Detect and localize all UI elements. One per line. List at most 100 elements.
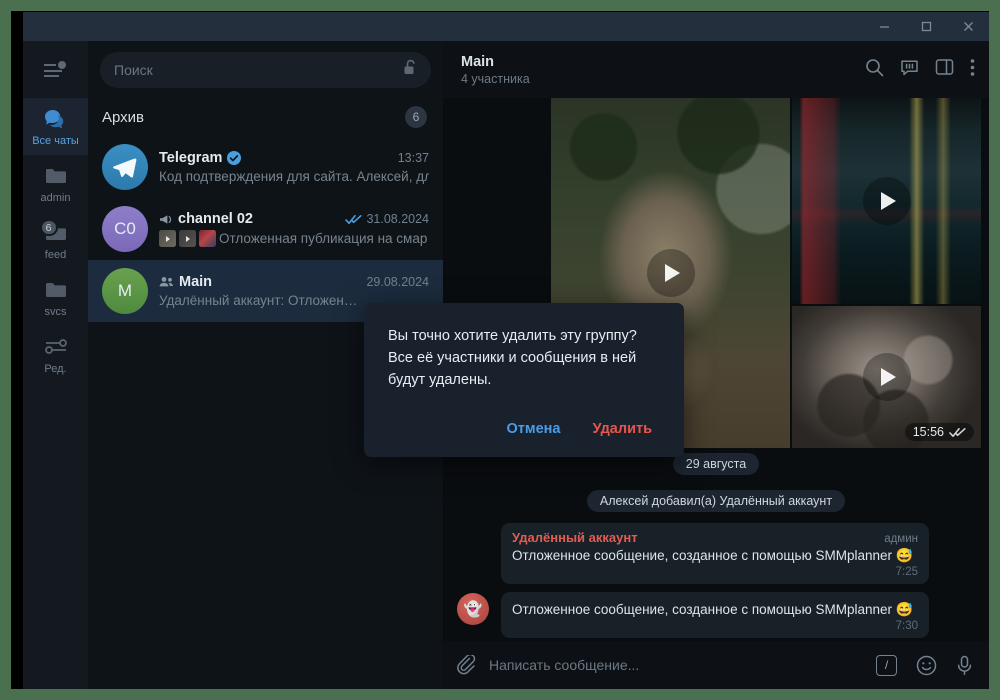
chat-name: channel 02 [178,211,253,227]
message-composer: Написать сообщение... / [443,641,989,689]
list-item-meta: 13:37 [392,151,429,165]
page-title: Main [461,53,495,70]
comments-icon[interactable] [900,58,919,82]
service-message: Алексей добавил(а) Удалённый аккаунт [443,490,989,512]
sidebar-item-label: feed [44,249,67,261]
commands-icon[interactable]: / [876,654,897,676]
service-message-label: Алексей добавил(а) Удалённый аккаунт [586,490,846,512]
panel-toggle-icon[interactable] [935,58,954,81]
megaphone-icon [159,213,173,226]
avatar-emoji: 👻 [463,601,483,618]
avatar-initials: C0 [114,219,136,238]
verified-badge-icon [227,151,242,165]
play-icon[interactable] [646,249,695,297]
dialog-message-line-1: Вы точно хотите удалить эту группу? [388,328,637,344]
media-tile[interactable] [792,98,981,304]
date-divider-label: 29 августа [672,453,760,475]
folder-icon [43,164,69,188]
close-icon[interactable] [947,12,989,41]
members-count: 4 участника [461,71,530,86]
play-icon[interactable] [862,177,911,225]
composer-actions: / [876,654,973,676]
media-tile[interactable]: 15:56 [792,306,981,448]
folder-icon: 6 [39,219,69,245]
conversation-title-block[interactable]: Main 4 участника [461,54,530,86]
folder-unread-badge: 6 [39,219,58,236]
unlocked-padlock-icon[interactable] [403,59,418,81]
chat-preview-text: Удалённый аккаунт: Отложен… [159,293,358,308]
list-item-header: Telegram 13:37 [159,150,429,166]
sidebar-item-svcs[interactable]: svcs [23,269,88,326]
search-placeholder: Поиск [114,61,153,78]
media-thumbnail [159,230,176,247]
search-icon[interactable] [865,58,884,82]
list-item-header: channel 02 31.08.2024 [159,211,429,227]
folder-icon [43,278,69,302]
screen-root: Все чаты admin 6 feed svcs Ред. Поиск Ар… [0,0,1000,700]
smiley-icon[interactable] [916,655,937,676]
media-timestamp: 15:56 [912,425,944,439]
chat-preview-text: Отложенная публикация на смар… [219,231,429,246]
more-options-icon[interactable] [970,58,975,82]
microphone-icon[interactable] [956,655,973,676]
list-item-meta: 31.08.2024 [339,212,429,226]
dialog-message-line-2: Все её участники и сообщения в ней [388,350,637,366]
sidebar-item-all-chats[interactable]: Все чаты [23,98,88,155]
avatar-initials: M [117,281,133,300]
message-input[interactable]: Написать сообщение... [489,657,864,673]
sidebar-item-edit-folders[interactable]: Ред. [23,326,88,383]
chat-preview: Отложенная публикация на смар… [159,230,429,247]
list-item-content: channel 02 31.08.2024 Отложенная публика… [159,211,429,247]
chat-timestamp: 13:37 [397,151,429,165]
avatar [102,144,148,190]
media-thumbnail [179,230,196,247]
message-text: Отложенное сообщение, созданное с помощь… [512,600,918,619]
media-thumbnail [199,230,216,247]
avatar: M [102,268,148,314]
archive-row[interactable]: Архив 6 [88,98,443,136]
list-item-meta: 29.08.2024 [360,275,429,289]
sidebar-item-label: Ред. [44,363,67,375]
avatar[interactable]: 👻 [457,593,489,625]
list-item[interactable]: Telegram 13:37 Код подтверждения для сай… [88,136,443,198]
archive-label: Архив [102,108,145,126]
sidebar-item-admin[interactable]: admin [23,155,88,212]
list-item-header: Main 29.08.2024 [159,274,429,290]
search-row: Поиск [88,41,443,98]
group-icon [159,276,174,288]
chat-name: Telegram [159,150,223,166]
chat-name: Main [179,274,213,290]
sidebar-item-label: admin [40,192,71,204]
hamburger-menu-icon[interactable] [23,41,88,98]
message-author-role: админ [884,533,918,545]
sidebar-item-label: Все чаты [32,135,79,147]
maximize-icon[interactable] [905,12,947,41]
chat-timestamp: 29.08.2024 [366,275,429,289]
message-bubble[interactable]: Отложенное сообщение, созданное с помощь… [501,592,929,638]
paperclip-icon[interactable] [457,654,477,676]
message-timestamp: 7:25 [895,566,918,578]
dialog-message-line-3: будут удалены. [388,372,492,388]
list-item-content: Telegram 13:37 Код подтверждения для сай… [159,150,429,184]
conversation-header: Main 4 участника [443,41,989,98]
delete-button[interactable]: Удалить [584,415,660,443]
message-timestamp: 7:30 [895,620,918,632]
message-body: Отложенное сообщение, созданное с помощь… [512,548,892,563]
chats-icon [43,107,69,131]
play-icon[interactable] [862,353,911,401]
sidebar-item-feed[interactable]: 6 feed [23,212,88,269]
message-bubble[interactable]: Удалённый аккаунт админ Отложенное сообщ… [501,523,929,584]
search-input[interactable]: Поиск [100,51,431,88]
chat-preview: Код подтверждения для сайта. Алексей, дл… [159,169,429,184]
folders-rail: Все чаты admin 6 feed svcs Ред. [23,41,88,689]
list-item[interactable]: C0 channel 02 31.08.2024 Отложенная публ… [88,198,443,260]
telegram-desktop-window: Все чаты admin 6 feed svcs Ред. Поиск Ар… [23,12,989,689]
cancel-button[interactable]: Отмена [498,415,568,443]
message-text: Отложенное сообщение, созданное с помощь… [512,546,918,565]
message-emoji: 😅 [895,601,914,617]
minimize-icon[interactable] [863,12,905,41]
conversation-actions [865,58,975,82]
archive-badge: 6 [405,106,427,128]
message-body: Отложенное сообщение, созданное с помощь… [512,602,892,617]
message-emoji: 😅 [895,547,914,563]
